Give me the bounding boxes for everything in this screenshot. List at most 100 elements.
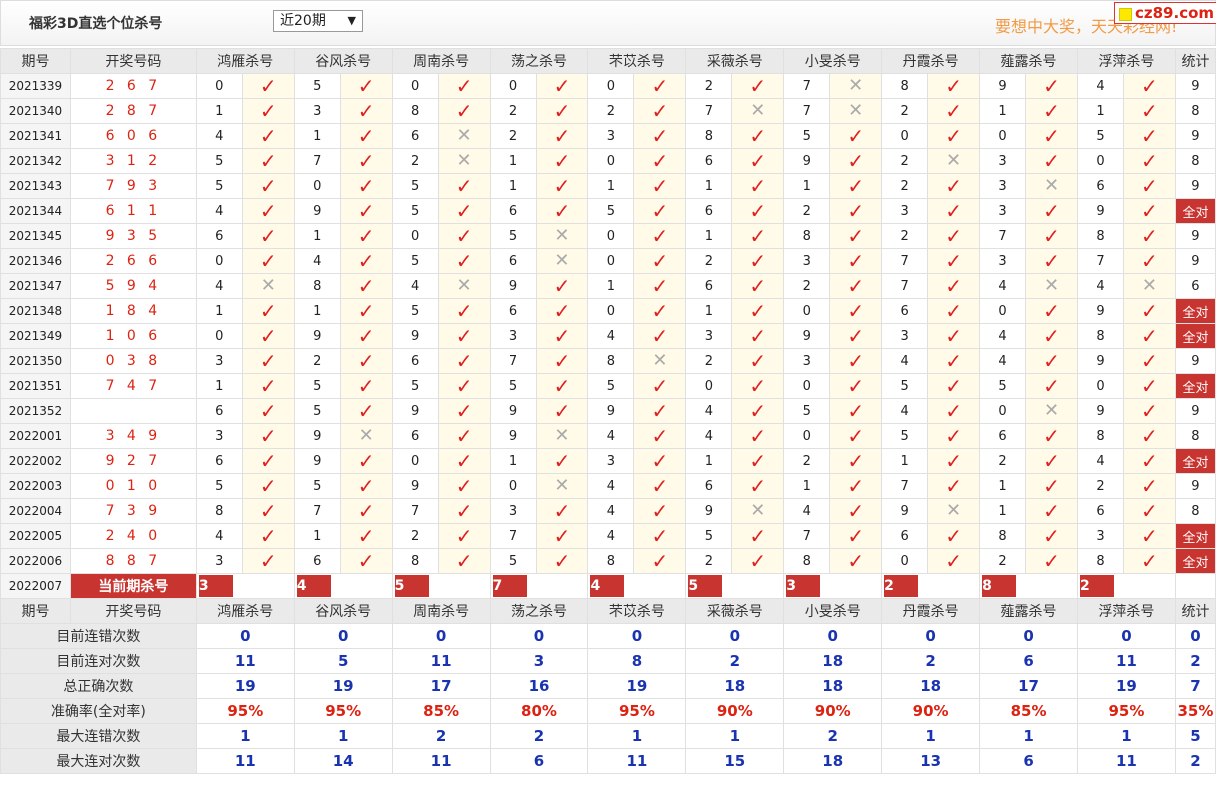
check-icon: ✓: [749, 548, 767, 573]
table-row: 2021341 6 0 6 4 ✓ 1 ✓ 6 ✕ 2 ✓ 3 ✓ 8 ✓ 5 ✓ 0 ✓ 0 ✓ 5 ✓ 9: [0, 123, 1216, 149]
kill-number-cell: 1: [195, 98, 243, 124]
check-icon: ✓: [1043, 498, 1060, 523]
result-cell: ✕: [535, 248, 589, 274]
check-icon: ✓: [651, 548, 669, 573]
current-kill-badge: 4: [590, 575, 625, 597]
check-icon: ✓: [847, 323, 865, 348]
result-cell: ✓: [339, 123, 393, 149]
result-cell: ✓: [1122, 498, 1176, 524]
kill-number-cell: 1: [293, 298, 341, 324]
check-icon: ✓: [749, 198, 767, 223]
result-cell: ✓: [339, 498, 393, 524]
result-cell: ✓: [927, 423, 981, 449]
check-icon: ✓: [357, 298, 375, 323]
check-icon: ✓: [1141, 548, 1158, 573]
check-icon: ✓: [259, 398, 277, 423]
draw-number-cell: 2 4 0: [69, 523, 197, 549]
result-cell: ✕: [633, 348, 687, 374]
cross-icon: ✕: [848, 75, 864, 96]
check-icon: ✓: [651, 73, 669, 98]
kill-number-cell: 0: [391, 73, 439, 99]
summary-value: 90%: [783, 698, 883, 724]
check-icon: ✓: [455, 498, 473, 523]
site-logo[interactable]: cz89.com: [1114, 2, 1216, 24]
result-cell: ✓: [633, 173, 687, 199]
kill-number-cell: 3: [587, 448, 635, 474]
kill-number-cell: 8: [587, 348, 635, 374]
result-cell: ✓: [1122, 123, 1176, 149]
result-cell: ✓: [731, 123, 785, 149]
kill-number-cell: 9: [391, 398, 439, 424]
result-cell: ✓: [339, 348, 393, 374]
result-cell: ✓: [535, 448, 589, 474]
row-stat-cell: 8: [1174, 498, 1216, 524]
result-cell: ✓: [1122, 323, 1176, 349]
kill-number-cell: 8: [783, 223, 831, 249]
table-row: 2022006 8 8 7 3 ✓ 6 ✓ 8 ✓ 5 ✓ 8 ✓ 2 ✓ 8 ✓ 0 ✓ 2 ✓ 8 ✓ 全对: [0, 548, 1216, 574]
check-icon: ✓: [1141, 298, 1158, 323]
check-icon: ✓: [945, 173, 962, 198]
kill-number-cell: 4: [881, 398, 929, 424]
kill-number-cell: 7: [881, 473, 929, 499]
kill-number-cell: 3: [979, 148, 1027, 174]
summary-value: 85%: [979, 698, 1078, 724]
kill-number-cell: 0: [1076, 148, 1124, 174]
kill-number-cell: 6: [195, 448, 243, 474]
result-cell: ✓: [927, 98, 981, 124]
result-cell: ✓: [1122, 423, 1176, 449]
kill-number-cell: 2: [489, 98, 537, 124]
current-kill-badge: 3: [786, 575, 821, 597]
result-cell: ✓: [339, 448, 393, 474]
result-cell: ✓: [339, 323, 393, 349]
summary-value: 19: [1076, 673, 1176, 699]
summary-value: 1: [1076, 723, 1176, 749]
kill-number-cell: 8: [783, 548, 831, 574]
summary-value: 2: [1174, 648, 1216, 674]
period-cell: 2022001: [0, 423, 71, 449]
check-icon: ✓: [749, 398, 767, 423]
period-cell: 2021351: [0, 373, 71, 399]
kill-number-cell: 6: [489, 298, 537, 324]
result-cell: ✓: [437, 548, 491, 574]
column-header: 鸿雁杀号: [195, 48, 295, 74]
kill-number-cell: 3: [489, 323, 537, 349]
result-cell: ✕: [1122, 273, 1176, 299]
check-icon: ✓: [259, 98, 277, 123]
check-icon: ✓: [945, 73, 962, 98]
summary-value: 1: [587, 723, 687, 749]
result-cell: ✓: [241, 248, 295, 274]
current-kill-cell: 3: [195, 573, 295, 599]
result-cell: ✓: [1122, 198, 1176, 224]
kill-number-cell: 2: [293, 348, 341, 374]
kill-number-cell: 1: [293, 123, 341, 149]
period-cell: 2022002: [0, 448, 71, 474]
summary-value: 0: [881, 623, 981, 649]
check-icon: ✓: [1141, 73, 1158, 98]
kill-number-cell: 5: [685, 523, 733, 549]
kill-number-cell: 4: [1076, 448, 1124, 474]
summary-value: 5: [1174, 723, 1216, 749]
result-cell: ✓: [829, 548, 883, 574]
check-icon: ✓: [553, 448, 571, 473]
result-cell: ✓: [535, 548, 589, 574]
summary-value: 18: [881, 673, 981, 699]
chevron-down-icon: ▼: [347, 14, 356, 27]
column-header: 小旻杀号: [783, 48, 883, 74]
result-cell: ✓: [535, 398, 589, 424]
kill-number-cell: 0: [881, 123, 929, 149]
result-cell: ✕: [535, 473, 589, 499]
cross-icon: ✕: [946, 500, 962, 521]
summary-value: 19: [195, 673, 295, 699]
kill-number-cell: 0: [293, 173, 341, 199]
check-icon: ✓: [1043, 248, 1060, 273]
period-range-select[interactable]: 近20期 ▼: [273, 10, 363, 32]
current-kill-cell: 8: [979, 573, 1078, 599]
kill-number-cell: 1: [783, 473, 831, 499]
draw-number-cell: 5 9 4: [69, 273, 197, 299]
kill-number-cell: 6: [489, 198, 537, 224]
summary-value: 95%: [1076, 698, 1176, 724]
check-icon: ✓: [455, 198, 473, 223]
check-icon: ✓: [259, 248, 277, 273]
check-icon: ✓: [553, 98, 571, 123]
kill-number-cell: 8: [979, 523, 1027, 549]
